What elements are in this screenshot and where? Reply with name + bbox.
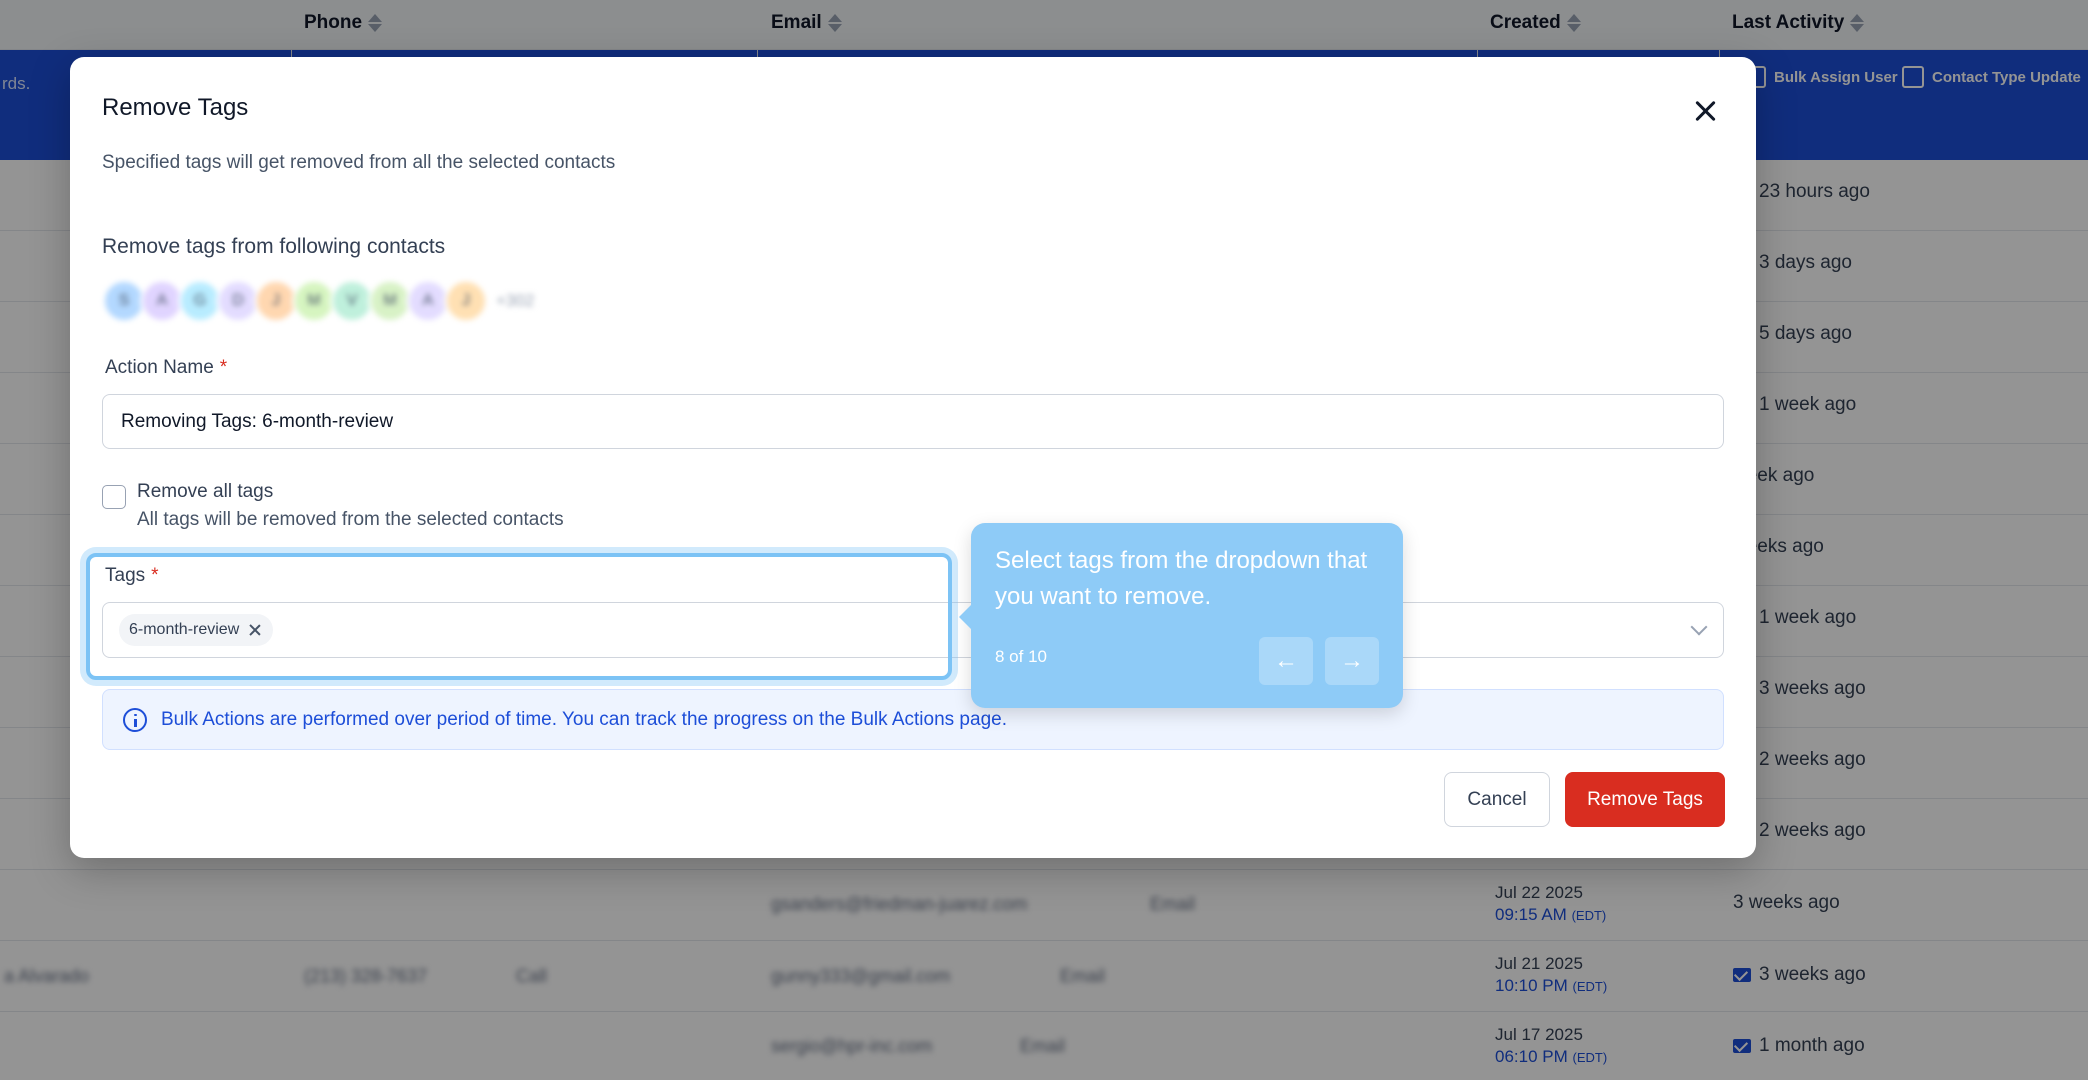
tour-text: Select tags from the dropdown that you w… (995, 547, 1368, 610)
label-text: Tags (105, 565, 146, 586)
tag-text: 6-month-review (129, 621, 240, 638)
modal-title: Remove Tags (102, 94, 249, 121)
onboarding-tour-tooltip: Select tags from the dropdown that you w… (959, 523, 1403, 708)
action-name-label: Action Name * (105, 357, 227, 379)
tour-next-button[interactable]: → (1325, 637, 1379, 685)
tags-label: Tags * (105, 565, 159, 587)
contacts-section-label: Remove tags from following contacts (102, 235, 446, 258)
required-mark: * (219, 357, 228, 378)
remove-all-tags-checkbox[interactable] (102, 485, 126, 509)
remove-all-tags-description: All tags will be removed from the select… (137, 509, 564, 530)
remove-tag-icon[interactable] (249, 624, 261, 636)
tour-prev-button[interactable]: ← (1259, 637, 1313, 685)
remove-tags-button[interactable]: Remove Tags (1565, 772, 1725, 827)
info-text: Bulk Actions are performed over period o… (161, 708, 1007, 730)
action-name-input[interactable] (102, 394, 1724, 449)
remove-tags-modal: Remove Tags Specified tags will get remo… (70, 57, 1756, 858)
required-mark: * (151, 565, 159, 586)
info-icon (123, 707, 147, 732)
selected-tag-chip: 6-month-review (119, 614, 274, 646)
tour-step-counter: 8 of 10 (995, 647, 1047, 666)
remove-all-tags-label[interactable]: Remove all tags (137, 481, 273, 503)
more-contacts-count: +302 (496, 291, 535, 310)
selected-contacts-avatars: S A G D J M V M A J +302 (102, 279, 534, 323)
chevron-down-icon[interactable] (1690, 618, 1708, 636)
cancel-button[interactable]: Cancel (1444, 772, 1550, 827)
contact-avatar: J (444, 279, 488, 323)
close-icon[interactable] (1692, 97, 1720, 125)
tags-select[interactable]: 6-month-review (102, 602, 1724, 658)
bulk-actions-info-banner: Bulk Actions are performed over period o… (102, 689, 1724, 750)
modal-subtitle: Specified tags will get removed from all… (102, 152, 616, 173)
label-text: Action Name (105, 357, 214, 378)
arrow-right-icon: → (1340, 647, 1364, 674)
arrow-left-icon: ← (1274, 647, 1298, 674)
